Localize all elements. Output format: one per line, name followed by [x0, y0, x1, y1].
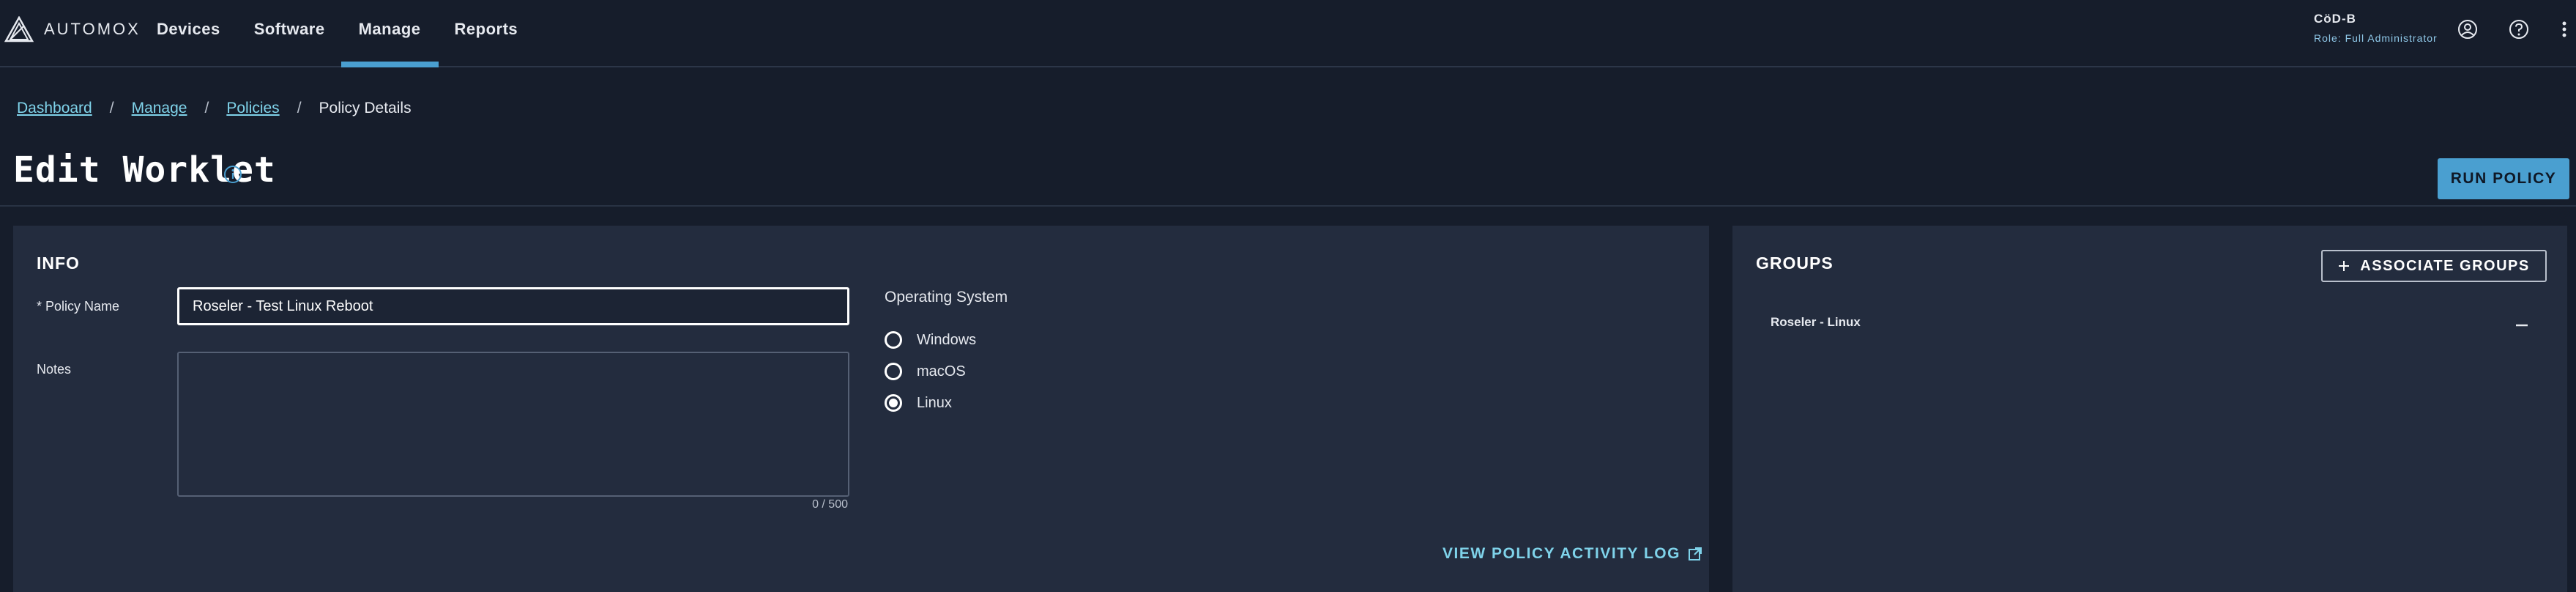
external-link-icon: [1688, 547, 1702, 560]
radio-button-selected[interactable]: [885, 394, 902, 412]
divider: [0, 205, 2576, 207]
groups-panel: GROUPS ASSOCIATE GROUPS Roseler - Linux: [1732, 226, 2567, 592]
os-option-label: Linux: [917, 394, 952, 411]
associate-groups-label: ASSOCIATE GROUPS: [2360, 257, 2530, 274]
associate-groups-button[interactable]: ASSOCIATE GROUPS: [2321, 250, 2547, 282]
breadcrumb-separator: /: [204, 100, 209, 116]
main-nav: Devices Software Manage Reports: [157, 0, 551, 67]
operating-system-label: Operating System: [885, 289, 1008, 306]
user-name: CöD-B: [2314, 12, 2356, 26]
user-role: Role: Full Administrator: [2314, 32, 2438, 44]
nav-item-devices[interactable]: Devices: [157, 0, 220, 67]
breadcrumb-separator: /: [297, 100, 302, 116]
account-icon[interactable]: [2456, 18, 2479, 41]
info-panel: INFO * Policy Name Notes 0 / 500 Operati…: [13, 226, 1709, 592]
user-info[interactable]: CöD-B Role: Full Administrator: [2314, 12, 2438, 44]
info-icon[interactable]: [223, 164, 243, 185]
brand-logo[interactable]: AUTOMOX: [4, 16, 141, 42]
plus-icon: [2339, 261, 2350, 271]
breadcrumb-separator: /: [109, 100, 114, 116]
view-policy-activity-log-link[interactable]: VIEW POLICY ACTIVITY LOG: [1443, 545, 1702, 563]
radio-selected-dot: [889, 399, 898, 407]
breadcrumb: Dashboard / Manage / Policies / Policy D…: [17, 100, 412, 117]
os-option-windows[interactable]: Windows: [885, 331, 976, 349]
info-panel-title: INFO: [37, 254, 80, 273]
automox-logo-icon: [4, 16, 34, 42]
policy-name-label: * Policy Name: [37, 299, 120, 314]
os-option-linux[interactable]: Linux: [885, 394, 952, 412]
breadcrumb-policies[interactable]: Policies: [226, 100, 279, 117]
policy-name-input[interactable]: [177, 287, 849, 325]
radio-button[interactable]: [885, 363, 902, 380]
notes-textarea[interactable]: [177, 352, 849, 497]
notes-character-counter: 0 / 500: [812, 498, 848, 511]
notes-label: Notes: [37, 362, 72, 377]
breadcrumb-current: Policy Details: [319, 100, 412, 116]
minus-icon[interactable]: [2512, 315, 2532, 336]
brand-name: AUTOMOX: [44, 20, 141, 38]
top-navigation-bar: AUTOMOX Devices Software Manage Reports …: [0, 0, 2576, 67]
group-item: Roseler - Linux: [1771, 315, 2532, 337]
activity-log-label: VIEW POLICY ACTIVITY LOG: [1443, 545, 1680, 562]
os-option-macos[interactable]: macOS: [885, 363, 966, 380]
group-name: Roseler - Linux: [1771, 315, 1861, 329]
nav-item-reports[interactable]: Reports: [455, 0, 518, 67]
run-policy-button[interactable]: RUN POLICY: [2438, 158, 2569, 199]
more-vertical-icon[interactable]: [2558, 18, 2570, 41]
radio-button[interactable]: [885, 331, 902, 349]
os-option-label: macOS: [917, 363, 966, 380]
groups-panel-title: GROUPS: [1756, 254, 1834, 273]
nav-item-manage[interactable]: Manage: [340, 0, 439, 67]
nav-item-software[interactable]: Software: [254, 0, 325, 67]
os-option-label: Windows: [917, 331, 977, 348]
breadcrumb-manage[interactable]: Manage: [132, 100, 187, 117]
help-icon[interactable]: [2507, 18, 2531, 41]
breadcrumb-dashboard[interactable]: Dashboard: [17, 100, 92, 117]
